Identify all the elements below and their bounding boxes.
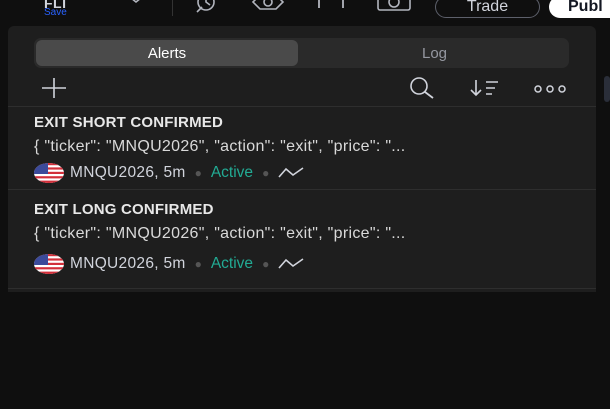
fullscreen-icon[interactable] <box>317 0 345 21</box>
add-icon[interactable] <box>40 76 68 105</box>
alert-clock-icon[interactable] <box>194 0 218 21</box>
alert-title: EXIT SHORT CONFIRMED <box>34 114 224 131</box>
publish-button[interactable]: Publ <box>549 0 610 18</box>
divider <box>8 189 596 190</box>
alert-title: EXIT LONG CONFIRMED <box>34 201 214 218</box>
separator-dot: ● <box>262 166 270 180</box>
us-flag-icon <box>34 254 64 274</box>
toolbar-divider <box>172 0 173 16</box>
layout-name[interactable]: FLI Save <box>44 0 67 18</box>
separator-dot: ● <box>194 257 202 271</box>
status-badge: Active <box>210 164 254 181</box>
status-badge: Active <box>210 255 254 272</box>
top-toolbar: FLI Save Trade Publ <box>0 0 610 22</box>
alert-meta: MNQU2026, 5m ● Active ● <box>34 163 304 183</box>
alert-meta: MNQU2026, 5m ● Active ● <box>34 254 304 274</box>
alerts-panel: Alerts Log EXIT SHORT CONFIRMED { "ticke… <box>8 26 596 292</box>
tab-log[interactable]: Log <box>302 40 567 66</box>
search-icon[interactable] <box>406 76 436 105</box>
alert-item[interactable]: EXIT LONG CONFIRMED { "ticker": "MNQU202… <box>8 195 596 281</box>
trade-button[interactable]: Trade <box>435 0 540 18</box>
replay-icon[interactable] <box>251 0 285 21</box>
spark-icon <box>278 258 304 269</box>
alert-message: { "ticker": "MNQU2026", "action": "exit"… <box>34 138 406 155</box>
alert-item[interactable]: EXIT SHORT CONFIRMED { "ticker": "MNQU20… <box>8 108 596 194</box>
separator-dot: ● <box>262 257 270 271</box>
separator-dot: ● <box>194 166 202 180</box>
spark-icon <box>278 167 304 178</box>
camera-icon[interactable] <box>376 0 412 21</box>
panel-scroll-handle[interactable] <box>604 76 610 102</box>
tab-alerts[interactable]: Alerts <box>36 40 298 66</box>
alerts-actions <box>8 74 596 100</box>
alert-message: { "ticker": "MNQU2026", "action": "exit"… <box>34 225 406 242</box>
panel-tabs: Alerts Log <box>34 38 569 68</box>
us-flag-icon <box>34 163 64 183</box>
more-icon[interactable] <box>533 82 569 100</box>
chevron-down-icon[interactable] <box>128 0 144 13</box>
divider <box>8 288 596 289</box>
save-label[interactable]: Save <box>44 8 67 18</box>
divider <box>8 106 596 107</box>
sort-icon[interactable] <box>468 77 502 104</box>
alert-symbol: MNQU2026, 5m <box>70 255 186 272</box>
alert-symbol: MNQU2026, 5m <box>70 164 186 181</box>
